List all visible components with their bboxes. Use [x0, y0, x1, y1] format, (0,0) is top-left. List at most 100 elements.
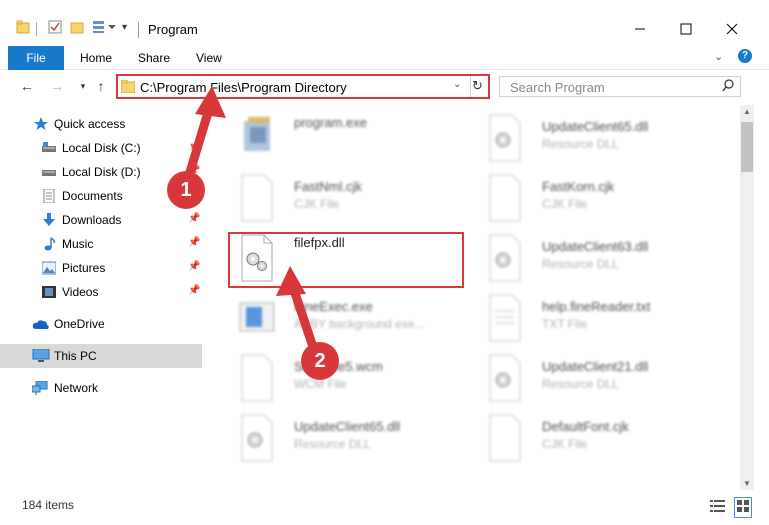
sidebar-item-label: Videos — [62, 285, 99, 299]
new-folder-icon[interactable] — [70, 20, 84, 37]
scrollbar-thumb[interactable] — [741, 122, 753, 172]
sidebar-item-this-pc[interactable]: This PC — [0, 344, 202, 368]
sidebar-item-quick-access[interactable]: Quick access — [0, 112, 202, 136]
sidebar-item-music[interactable]: Music 📌 — [0, 232, 202, 256]
music-icon — [42, 237, 58, 251]
scroll-down-icon[interactable]: ▼ — [741, 478, 753, 490]
ribbon-bar — [0, 44, 769, 70]
file-item[interactable]: program.exe — [228, 109, 468, 167]
close-button[interactable] — [710, 18, 754, 40]
step-1-badge: 1 — [167, 171, 205, 209]
file-type: TXT File — [542, 317, 588, 331]
search-icon[interactable] — [722, 79, 735, 95]
dll-file-icon — [486, 113, 524, 163]
sidebar-item-label: Music — [62, 237, 94, 251]
search-input[interactable]: Search Program — [510, 80, 605, 95]
file-item[interactable]: FineExec.exe ABBY background exe... — [228, 289, 468, 347]
file-type: Resource DLL — [542, 137, 619, 151]
folder-icon — [16, 20, 30, 37]
forward-arrow-icon: → — [50, 78, 64, 94]
tab-view[interactable]: View — [196, 51, 222, 65]
minimize-icon — [635, 28, 645, 30]
up-button[interactable]: ↑ — [92, 76, 110, 96]
sidebar-item-downloads[interactable]: Downloads 📌 — [0, 208, 202, 232]
file-item[interactable]: help.fineReader.txt TXT File — [476, 289, 716, 347]
dll-file-icon — [486, 233, 524, 283]
file-name: FastNml.cjk — [294, 179, 362, 194]
dll-file-icon — [238, 413, 276, 463]
sidebar-item-pictures[interactable]: Pictures 📌 — [0, 256, 202, 280]
file-type: CJK File — [294, 197, 340, 211]
computer-icon — [32, 348, 50, 363]
address-bar[interactable]: C:\Program Files\Program Directory ⌄ — [116, 74, 490, 99]
file-name: FastKorn.cjk — [542, 179, 615, 194]
qa-dropdown-icon[interactable]: ▾ — [122, 22, 127, 33]
wcm-file-icon — [238, 353, 276, 403]
file-item[interactable]: DefaultFont.cjk CJK File — [476, 409, 716, 467]
pictures-icon — [41, 261, 58, 275]
sidebar-item-label: Downloads — [62, 213, 122, 227]
tab-home[interactable]: Home — [80, 51, 112, 65]
scroll-up-icon[interactable]: ▲ — [741, 106, 753, 118]
file-type: CJK File — [542, 197, 588, 211]
folder-icon — [120, 79, 136, 96]
sidebar-item-network[interactable]: Network — [0, 376, 202, 400]
sidebar-item-label: Network — [54, 381, 99, 395]
step-2-badge: 2 — [301, 342, 339, 380]
minimize-button[interactable] — [618, 18, 662, 40]
separator — [36, 22, 37, 36]
downloads-icon — [42, 213, 58, 227]
recent-locations-button[interactable]: ▾ — [74, 76, 92, 96]
pin-icon: 📌 — [188, 213, 201, 224]
file-item[interactable]: UpdateClient65.dll Resource DLL — [228, 409, 468, 467]
properties-icon[interactable] — [48, 20, 62, 37]
customize-icon[interactable] — [92, 20, 118, 37]
file-type: CJK File — [542, 437, 588, 451]
pin-icon: 📌 — [188, 261, 201, 272]
back-button[interactable]: ← — [18, 76, 36, 96]
file-item[interactable]: UpdateClient65.dll Resource DLL — [476, 109, 716, 167]
videos-icon — [42, 285, 58, 299]
file-item[interactable]: SnapFile5.wcm WCM File — [228, 349, 468, 407]
target-file-highlight — [228, 232, 464, 288]
file-name: program.exe — [294, 115, 367, 130]
help-icon[interactable]: ? — [738, 49, 752, 63]
sidebar-item-label: OneDrive — [54, 317, 105, 331]
tab-file[interactable]: File — [8, 46, 64, 70]
maximize-button[interactable] — [664, 18, 708, 40]
pin-icon: 📌 — [188, 285, 201, 296]
address-dropdown-icon[interactable]: ⌄ — [453, 79, 461, 90]
drive-icon — [42, 165, 58, 179]
cjk-file-icon — [486, 173, 524, 223]
network-icon — [31, 380, 48, 395]
large-icons-view-icon[interactable] — [734, 497, 752, 518]
txt-file-icon — [486, 293, 524, 343]
search-box[interactable]: Search Program — [499, 76, 741, 97]
file-type: Resource DLL — [294, 437, 371, 451]
file-name: UpdateClient63.dll — [542, 239, 649, 254]
tab-share[interactable]: Share — [138, 51, 170, 65]
star-icon — [34, 117, 50, 131]
drive-icon — [42, 141, 58, 155]
close-icon — [726, 23, 738, 35]
chevron-down-icon: ▾ — [80, 80, 86, 91]
pin-icon: 📌 — [188, 141, 201, 152]
file-item[interactable]: UpdateClient63.dll Resource DLL — [476, 229, 716, 287]
address-path[interactable]: C:\Program Files\Program Directory — [140, 80, 347, 95]
forward-button[interactable]: → — [48, 76, 66, 96]
file-type: Resource DLL — [542, 257, 619, 271]
sidebar-item-local-disk-c[interactable]: Local Disk (C:) 📌 — [0, 136, 202, 160]
sidebar-item-label: This PC — [54, 349, 97, 363]
item-count: 184 items — [22, 498, 75, 512]
details-view-icon[interactable] — [710, 499, 726, 516]
ribbon-expand-icon[interactable]: ⌄ — [714, 50, 723, 63]
refresh-icon[interactable]: ↻ — [472, 78, 483, 94]
sidebar-item-label: Local Disk (D:) — [62, 165, 141, 179]
navigation-pane: Quick access Local Disk (C:) 📌 Local Dis… — [0, 110, 205, 490]
cjk-file-icon — [486, 413, 524, 463]
sidebar-item-onedrive[interactable]: OneDrive — [0, 312, 202, 336]
file-item[interactable]: FastNml.cjk CJK File — [228, 169, 468, 227]
file-item[interactable]: UpdateClient21.dll Resource DLL — [476, 349, 716, 407]
sidebar-item-videos[interactable]: Videos 📌 — [0, 280, 202, 304]
file-item[interactable]: FastKorn.cjk CJK File — [476, 169, 716, 227]
